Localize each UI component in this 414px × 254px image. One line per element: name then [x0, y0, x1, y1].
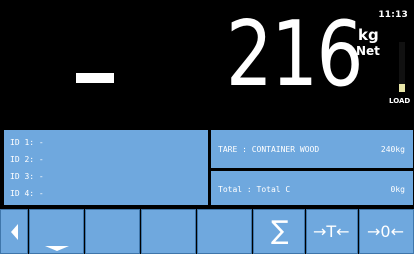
tare-icon: →T← — [313, 222, 350, 241]
tare-label: TARE : CONTAINER WOOD — [218, 145, 320, 154]
triangle-left-icon — [11, 224, 18, 240]
load-bar-fill — [399, 84, 405, 92]
total-panel: Total : Total C 0kg — [211, 171, 413, 205]
id-row-3: ID 3: - — [10, 172, 44, 181]
tare-button[interactable]: →T← — [306, 209, 358, 254]
weight-value: 216 — [226, 2, 364, 107]
softkey-3[interactable] — [141, 209, 196, 254]
zero-icon: →0← — [367, 222, 404, 241]
softkey-1[interactable] — [29, 209, 84, 254]
back-button[interactable] — [0, 209, 28, 254]
sum-icon: ∑ — [271, 216, 289, 246]
sum-button[interactable]: ∑ — [253, 209, 305, 254]
id-panel: ID 1: - ID 2: - ID 3: - ID 4: - — [4, 130, 208, 205]
total-label: Total : Total C — [218, 185, 291, 194]
zero-button[interactable]: →0← — [359, 209, 414, 254]
weight-mode: Net — [356, 44, 380, 58]
clock: 11:13 — [378, 10, 408, 20]
softkey-2[interactable] — [85, 209, 140, 254]
tare-panel: TARE : CONTAINER WOOD 240kg — [211, 130, 413, 168]
id-row-4: ID 4: - — [10, 189, 44, 198]
tare-value: 240kg — [380, 145, 405, 154]
total-value: 0kg — [390, 185, 405, 194]
scale-terminal-screen: 11:13 216 kg Net LOAD ID 1: - ID 2: - ID… — [0, 0, 414, 254]
id-row-1: ID 1: - — [10, 138, 44, 147]
weight-unit: kg — [358, 26, 379, 44]
underline-marker-icon — [45, 246, 69, 251]
id-row-2: ID 2: - — [10, 155, 44, 164]
softkey-bar: ∑ →T← →0← — [0, 209, 414, 254]
load-bar — [399, 42, 405, 92]
load-label: LOAD — [389, 97, 411, 105]
softkey-4[interactable] — [197, 209, 252, 254]
weight-sign-minus — [76, 73, 114, 83]
